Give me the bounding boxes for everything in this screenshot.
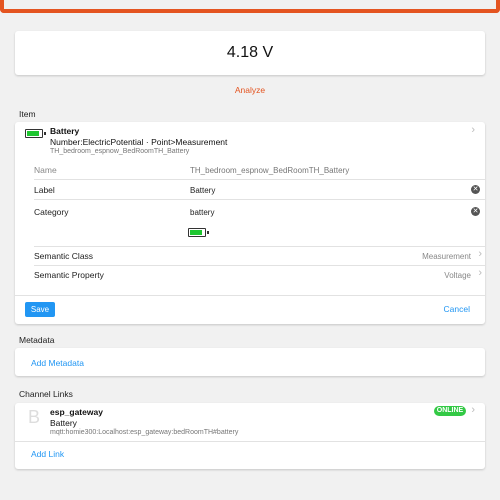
category-label: Category (34, 207, 69, 217)
semantic-class-row[interactable]: Semantic Class Measurement › (34, 246, 485, 266)
battery-icon (25, 129, 46, 138)
label-field[interactable]: Battery (190, 186, 215, 195)
status-badge: ONLINE (434, 406, 466, 416)
item-name: Battery (50, 126, 80, 136)
category-row[interactable]: Category battery ✕ (34, 202, 485, 247)
clear-label-icon[interactable]: ✕ (471, 185, 480, 194)
item-card: Battery Number:ElectricPotential · Point… (15, 122, 485, 324)
analyze-link[interactable]: Analyze (0, 85, 500, 95)
category-battery-icon (188, 228, 209, 237)
semantic-property-label: Semantic Property (34, 270, 104, 280)
metadata-section-title: Metadata (19, 335, 55, 345)
item-section-title: Item (19, 109, 36, 119)
add-metadata-link[interactable]: Add Metadata (31, 358, 84, 368)
channel-section-title: Channel Links (19, 389, 73, 399)
category-battery-fill (189, 229, 202, 235)
channel-letter-icon: B (28, 407, 41, 427)
chevron-right-icon: › (478, 267, 482, 279)
chevron-right-icon: › (478, 248, 482, 260)
label-label: Label (34, 185, 55, 195)
metadata-card: Add Metadata (15, 348, 485, 376)
name-label: Name (34, 165, 57, 175)
semantic-class-label: Semantic Class (34, 251, 94, 261)
semantic-class-value: Measurement (422, 252, 471, 261)
channel-links-card: B esp_gateway Battery mqtt:homie300:Loca… (15, 403, 485, 469)
chevron-right-icon: › (471, 124, 475, 136)
top-toolbar (0, 0, 500, 13)
channel-uid: mqtt:homie300:Localhost:esp_gateway:bedR… (50, 429, 239, 436)
name-value: TH_bedroom_espnow_BedRoomTH_Battery (190, 166, 350, 175)
chevron-right-icon: › (471, 404, 475, 416)
add-link-link[interactable]: Add Link (31, 449, 64, 459)
state-card: 4.18 V (15, 31, 485, 75)
clear-category-icon[interactable]: ✕ (471, 207, 480, 216)
battery-level-fill (26, 130, 39, 136)
cancel-button[interactable]: Cancel (444, 304, 470, 314)
channel-label: Battery (50, 418, 77, 428)
item-card-footer: Save Cancel (15, 295, 485, 324)
semantic-property-value: Voltage (444, 271, 471, 280)
item-header[interactable]: Battery Number:ElectricPotential · Point… (15, 122, 485, 159)
label-row[interactable]: Label Battery ✕ (34, 180, 485, 200)
item-id: TH_bedroom_espnow_BedRoomTH_Battery (50, 148, 190, 155)
save-button[interactable]: Save (25, 302, 55, 317)
category-field[interactable]: battery (190, 208, 214, 217)
divider (15, 441, 485, 442)
item-type: Number:ElectricPotential · Point>Measure… (50, 137, 228, 147)
name-row: Name TH_bedroom_espnow_BedRoomTH_Battery (34, 160, 485, 180)
channel-thing-name[interactable]: esp_gateway (50, 407, 103, 417)
semantic-property-row[interactable]: Semantic Property Voltage › (34, 265, 485, 285)
state-value: 4.18 V (226, 44, 274, 61)
